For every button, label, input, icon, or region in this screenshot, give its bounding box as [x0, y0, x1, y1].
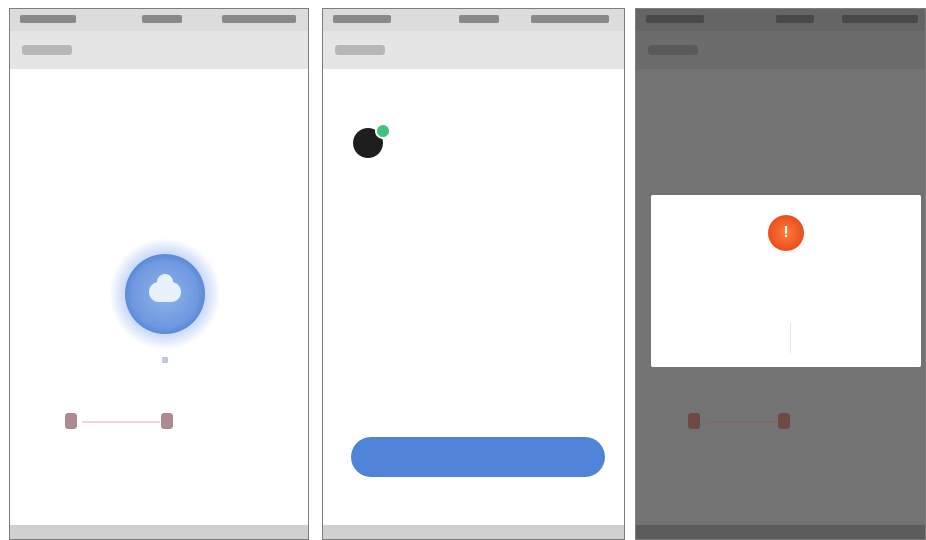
dialog-cancel-button[interactable]: [703, 331, 715, 333]
warning-icon: !: [768, 215, 804, 251]
signal-icon: [333, 15, 391, 23]
screen-searching: [9, 8, 309, 540]
status-bar: [10, 9, 308, 31]
online-status-icon: [375, 123, 391, 139]
connection-line: [82, 421, 160, 423]
nav-bar: [636, 31, 925, 69]
back-button: [648, 45, 698, 55]
signal-icon: [646, 15, 704, 23]
status-bar: [323, 9, 624, 31]
home-indicator-bar: [323, 525, 624, 539]
device-icon: [778, 413, 790, 429]
back-button[interactable]: [335, 45, 385, 55]
phone-icon: [65, 413, 77, 429]
status-time: [776, 15, 814, 23]
phone-icon: [688, 413, 700, 429]
battery-icon: [531, 15, 609, 23]
device-icon: [161, 413, 173, 429]
status-time: [459, 15, 499, 23]
home-indicator-bar: [636, 525, 925, 539]
nav-bar: [10, 31, 308, 69]
home-indicator-bar: [10, 525, 308, 539]
screen-device-found: [322, 8, 625, 540]
dialog-divider: [790, 323, 791, 353]
battery-icon: [222, 15, 296, 23]
connect-button[interactable]: [351, 437, 605, 477]
indicator-dot: [162, 357, 168, 363]
signal-icon: [20, 15, 76, 23]
nav-bar: [323, 31, 624, 69]
dialog-retry-button[interactable]: [829, 331, 841, 333]
status-bar: [636, 9, 925, 31]
battery-icon: [842, 15, 918, 23]
connection-line: [705, 421, 777, 423]
status-time: [142, 15, 182, 23]
cloud-icon: [149, 274, 181, 302]
alert-dialog: !: [651, 195, 921, 367]
back-button[interactable]: [22, 45, 72, 55]
screen-error-dialog: !: [635, 8, 926, 540]
